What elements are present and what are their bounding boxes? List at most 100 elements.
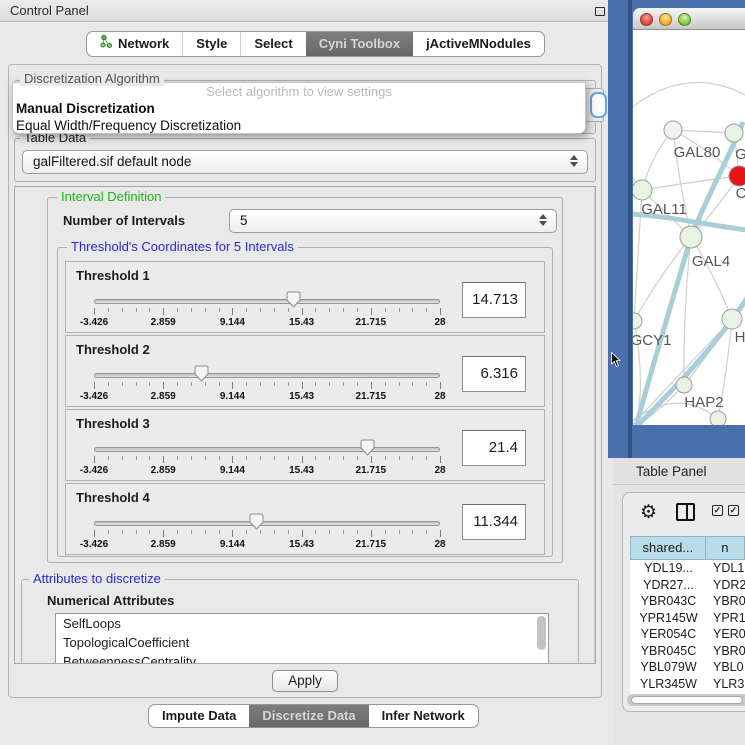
threshold-value-field[interactable]: 6.316 [462, 356, 526, 392]
columns-icon[interactable] [676, 503, 695, 521]
table-data-combobox[interactable]: galFiltered.sif default node [22, 150, 588, 174]
network-window-titlebar[interactable] [633, 8, 745, 30]
cell-name: YDL1 [707, 560, 745, 577]
table-row[interactable]: YPR145WYPR1 [630, 610, 745, 627]
table-header-row: shared... n [630, 536, 745, 560]
slider-tick [260, 456, 261, 460]
algorithm-option-equal-width[interactable]: Equal Width/Frequency Discretization [13, 117, 585, 134]
column-header-shared-name[interactable]: shared... [630, 536, 706, 560]
threshold-slider-thumb[interactable] [194, 365, 209, 382]
algorithm-option-manual[interactable]: Manual Discretization [13, 100, 585, 117]
network-node-label: GAL80 [674, 144, 721, 161]
table-row[interactable]: YDL19...YDL1 [630, 560, 745, 577]
network-node-green[interactable] [633, 313, 642, 329]
slider-tick [191, 456, 192, 460]
network-node-green[interactable] [725, 124, 743, 142]
tab-discretize-data[interactable]: Discretize Data [249, 705, 368, 727]
numerical-attributes-list[interactable]: SelfLoopsTopologicalCoefficientBetweenne… [55, 613, 549, 664]
list-scrollbar-thumb[interactable] [537, 616, 546, 650]
network-node-label: C [736, 185, 745, 202]
control-panel-tabstrip: Network Style Select Cyni Toolbox jActiv… [86, 31, 545, 57]
attribute-list-item[interactable]: TopologicalCoefficient [56, 633, 548, 652]
slider-tick [177, 530, 178, 534]
checkbox-icon[interactable]: ✓ [728, 505, 739, 516]
settings-scrollbar-track[interactable] [594, 187, 596, 664]
tab-style[interactable]: Style [182, 32, 240, 56]
table-hscrollbar-thumb[interactable] [631, 696, 743, 704]
slider-tick [136, 456, 137, 460]
threshold-slider-track[interactable] [94, 447, 440, 452]
number-of-intervals-combobox[interactable]: 5 [229, 209, 557, 233]
threshold-value-field[interactable]: 11.344 [462, 504, 526, 540]
slider-tick [315, 530, 316, 534]
network-node-red[interactable] [729, 166, 745, 186]
network-canvas[interactable]: GAL80GGAL11CGAL4GCY1HHAP2 [633, 30, 745, 425]
threshold-value-field[interactable]: 21.4 [462, 430, 526, 466]
network-node-green[interactable] [633, 180, 652, 200]
slider-tick [205, 382, 206, 386]
slider-tick [329, 456, 330, 460]
float-window-icon[interactable] [595, 7, 605, 16]
apply-button[interactable]: Apply [272, 670, 338, 692]
tab-network[interactable]: Network [87, 32, 182, 56]
tab-cyni-toolbox[interactable]: Cyni Toolbox [306, 32, 413, 56]
slider-tick [315, 456, 316, 460]
slider-tick [302, 456, 303, 463]
zoom-traffic-light[interactable] [678, 13, 691, 26]
tab-label: Select [254, 32, 292, 56]
slider-tick [426, 456, 427, 460]
slider-tick [205, 308, 206, 312]
threshold-slider-track[interactable] [94, 373, 440, 378]
table-row[interactable]: YBL079WYBL0 [630, 659, 745, 676]
threshold-slider-thumb[interactable] [249, 513, 264, 530]
table-row[interactable]: YER054CYER0 [630, 626, 745, 643]
slider-tick [205, 456, 206, 460]
network-node-pink[interactable] [664, 121, 682, 139]
tab-infer-network[interactable]: Infer Network [369, 705, 478, 727]
cell-name: YLR3 [707, 676, 745, 693]
attribute-list-item[interactable]: BetweennessCentrality [56, 652, 548, 664]
cell-name: YBL0 [707, 659, 745, 676]
cell-shared-name: YBR043C [630, 593, 707, 610]
close-traffic-light[interactable] [640, 13, 653, 26]
slider-tick [385, 382, 386, 386]
slider-tick [246, 382, 247, 386]
threshold-value-field[interactable]: 14.713 [462, 282, 526, 318]
network-node-label: HAP2 [684, 394, 723, 411]
slider-tick-label: 15.43 [289, 539, 314, 550]
table-rows: YDL19...YDL1YDR27...YDR2YBR043CYBR0YPR14… [630, 560, 745, 694]
slider-tick [149, 308, 150, 312]
threshold-slider-track[interactable] [94, 521, 440, 526]
network-edge[interactable] [633, 83, 745, 108]
cell-shared-name: YPR145W [630, 610, 707, 627]
tab-impute-data[interactable]: Impute Data [149, 705, 249, 727]
app-root: Control Panel × Network Style Select Cyn… [0, 0, 745, 745]
tab-label: Discretize Data [262, 705, 355, 727]
threshold-slider-thumb[interactable] [360, 439, 375, 456]
table-row[interactable]: YBR045CYBR0 [630, 643, 745, 660]
network-edge[interactable] [691, 237, 732, 319]
gear-icon[interactable]: ⚙ [640, 498, 657, 528]
column-header-name[interactable]: n [706, 536, 745, 560]
checkbox-icon[interactable]: ✓ [712, 505, 723, 516]
table-row[interactable]: YBR043CYBR0 [630, 593, 745, 610]
network-edge[interactable] [634, 237, 691, 321]
network-node-green[interactable] [722, 309, 742, 329]
settings-scroll-panel: Interval Definition Number of Intervals … [14, 186, 596, 664]
minimize-traffic-light[interactable] [659, 13, 672, 26]
table-row[interactable]: YDR27...YDR2 [630, 577, 745, 594]
network-node-green[interactable] [676, 377, 692, 393]
threshold-slider-track[interactable] [94, 299, 440, 304]
attribute-list-item[interactable]: SelfLoops [56, 614, 548, 633]
slider-tick [232, 456, 233, 463]
network-node-green[interactable] [710, 411, 726, 425]
network-edge[interactable] [642, 176, 739, 190]
network-node-green[interactable] [680, 226, 702, 248]
table-row[interactable]: YLR345WYLR3 [630, 676, 745, 693]
tab-select[interactable]: Select [240, 32, 305, 56]
tab-jactivemnodules[interactable]: jActiveMNodules [413, 32, 544, 56]
slider-tick [219, 530, 220, 534]
threshold-slider-thumb[interactable] [286, 291, 301, 308]
slider-tick-label: 9.144 [220, 539, 245, 550]
threshold-box: Threshold 4-3.4262.8599.14415.4321.71528… [65, 483, 545, 555]
